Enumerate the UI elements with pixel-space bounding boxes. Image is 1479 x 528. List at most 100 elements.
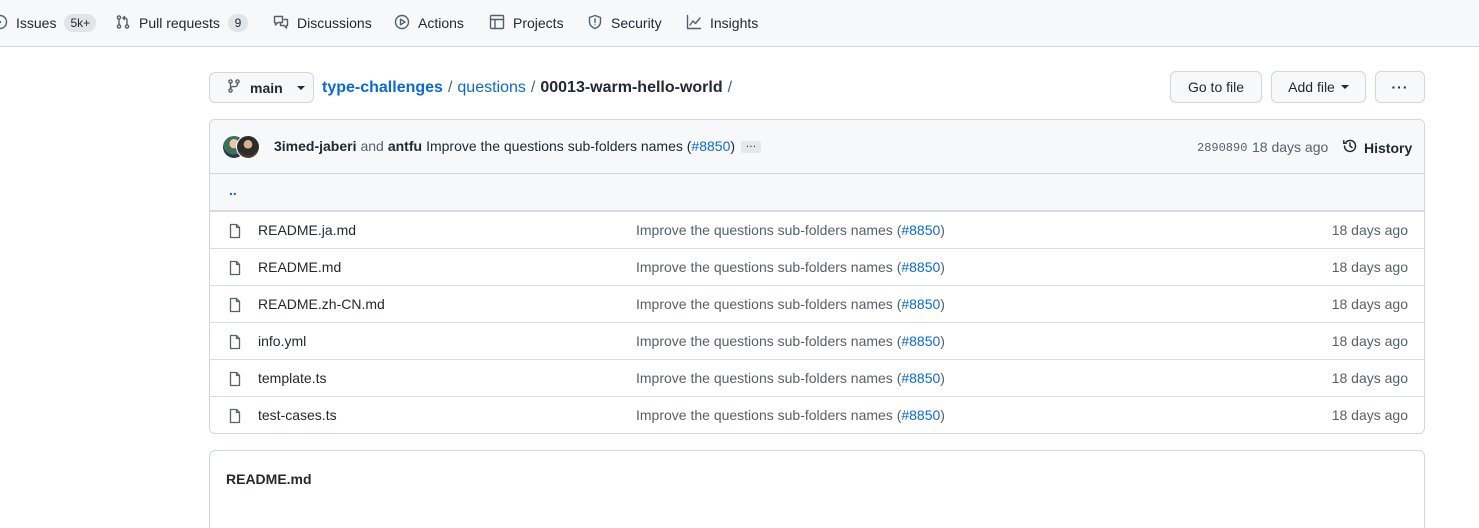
tab-discussions[interactable]: Discussions [273, 0, 372, 46]
file-icon [227, 260, 243, 276]
avatar[interactable] [236, 135, 260, 159]
file-row[interactable]: README.md Improve the questions sub-folde… [210, 248, 1424, 285]
breadcrumb-folder-link[interactable]: questions [457, 79, 526, 97]
commit-message[interactable]: Improve the questions sub-folders names … [426, 138, 735, 154]
branch-select-button[interactable]: main [209, 72, 314, 103]
file-commit-pr-link[interactable]: #8850 [901, 333, 940, 349]
file-commit-age: 18 days ago [1331, 333, 1408, 349]
git-pull-request-icon [115, 14, 131, 33]
file-icon [227, 297, 243, 313]
file-row[interactable]: info.yml Improve the questions sub-folder… [210, 322, 1424, 359]
tab-pull-requests[interactable]: Pull requests 9 [115, 0, 248, 46]
go-to-file-button[interactable]: Go to file [1170, 71, 1262, 103]
file-icon [227, 371, 243, 387]
expand-commit-button[interactable]: … [741, 139, 762, 154]
file-name-link[interactable]: test-cases.ts [258, 407, 337, 423]
breadcrumb-separator: / [727, 79, 733, 96]
latest-commit-bar: 3imed-jaberi and antfu Improve the question… [210, 120, 1424, 174]
file-commit-pr-link[interactable]: #8850 [901, 222, 940, 238]
commit-message-end: ) [730, 138, 736, 154]
history-button[interactable]: History [1342, 138, 1412, 157]
file-commit-message-text: Improve the questions sub-folders names … [636, 370, 902, 386]
table-icon [489, 14, 505, 33]
file-name-link[interactable]: info.yml [258, 333, 306, 349]
file-commit-age: 18 days ago [1331, 296, 1408, 312]
file-commit-age: 18 days ago [1331, 259, 1408, 275]
issue-opened-icon [0, 14, 8, 33]
file-name-link[interactable]: README.md [258, 259, 341, 275]
commit-avatars [222, 135, 262, 159]
file-commit-message-end: ) [940, 407, 945, 423]
branch-name: main [250, 79, 283, 96]
file-commit-message-end: ) [940, 259, 945, 275]
breadcrumb-repo-link[interactable]: type-challenges [322, 79, 443, 97]
file-icon [227, 223, 243, 239]
chevron-down-icon [1340, 85, 1349, 89]
file-commit-pr-link[interactable]: #8850 [901, 370, 940, 386]
tab-pull-requests-label: Pull requests [139, 15, 220, 31]
file-name-link[interactable]: template.ts [258, 370, 326, 386]
repo-nav: Issues 5k+ Pull requests 9 Discussions A… [0, 0, 1479, 47]
file-commit-pr-link[interactable]: #8850 [901, 407, 940, 423]
add-file-label: Add file [1288, 79, 1335, 95]
file-commit-message-end: ) [940, 222, 945, 238]
tab-security-label: Security [611, 15, 662, 31]
readme-panel: README.md [209, 450, 1425, 528]
file-commit-message[interactable]: Improve the questions sub-folders names … [636, 370, 945, 386]
file-icon [227, 334, 243, 350]
commit-author-link[interactable]: 3imed-jaberi [274, 138, 356, 154]
file-name-link[interactable]: README.zh-CN.md [258, 296, 385, 312]
file-row[interactable]: template.ts Improve the questions sub-fol… [210, 359, 1424, 396]
file-commit-message-text: Improve the questions sub-folders names … [636, 407, 902, 423]
chevron-down-icon [296, 85, 305, 90]
tab-projects[interactable]: Projects [489, 0, 564, 46]
commit-pr-link[interactable]: #8850 [691, 138, 730, 154]
tab-discussions-label: Discussions [297, 15, 372, 31]
tab-security[interactable]: Security [587, 0, 662, 46]
readme-title[interactable]: README.md [226, 471, 312, 487]
file-commit-message-end: ) [940, 333, 945, 349]
issues-counter: 5k+ [64, 14, 97, 32]
file-row[interactable]: README.zh-CN.md Improve the questions sub… [210, 285, 1424, 322]
more-options-button[interactable]: ··· [1375, 71, 1425, 103]
file-commit-message[interactable]: Improve the questions sub-folders names … [636, 259, 945, 275]
commit-author-conjunction: and [360, 138, 384, 154]
file-commit-message[interactable]: Improve the questions sub-folders names … [636, 296, 945, 312]
file-commit-message[interactable]: Improve the questions sub-folders names … [636, 407, 945, 423]
file-commit-age: 18 days ago [1331, 370, 1408, 386]
breadcrumb: type-challenges / questions / 00013-warm… [322, 76, 737, 100]
commit-author-link[interactable]: antfu [388, 138, 422, 154]
parent-directory-link[interactable]: .. [229, 182, 237, 198]
file-commit-pr-link[interactable]: #8850 [901, 259, 940, 275]
git-branch-icon [226, 78, 242, 97]
add-file-button[interactable]: Add file [1271, 71, 1366, 103]
breadcrumb-separator: / [447, 79, 453, 96]
file-icon [227, 408, 243, 424]
file-commit-message-text: Improve the questions sub-folders names … [636, 259, 902, 275]
pull-requests-counter: 9 [227, 14, 248, 32]
file-commit-message[interactable]: Improve the questions sub-folders names … [636, 333, 945, 349]
file-row[interactable]: test-cases.ts Improve the questions sub-f… [210, 396, 1424, 433]
comment-discussion-icon [273, 14, 289, 33]
commit-sha-link[interactable]: 2890890 [1197, 141, 1247, 155]
tab-insights[interactable]: Insights [686, 0, 758, 46]
file-commit-message-text: Improve the questions sub-folders names … [636, 296, 902, 312]
breadcrumb-current: 00013-warm-hello-world [540, 79, 723, 96]
file-name-link[interactable]: README.ja.md [258, 222, 356, 238]
file-commit-age: 18 days ago [1331, 407, 1408, 423]
shield-icon [587, 14, 603, 33]
file-commit-age: 18 days ago [1331, 222, 1408, 238]
file-commit-message-end: ) [940, 296, 945, 312]
file-row[interactable]: README.ja.md Improve the questions sub-fo… [210, 211, 1424, 248]
file-table: 3imed-jaberi and antfu Improve the question… [209, 119, 1425, 434]
commit-message-text: Improve the questions sub-folders names … [426, 138, 692, 154]
parent-directory-row[interactable]: .. [210, 174, 1424, 211]
tab-issues[interactable]: Issues 5k+ [0, 0, 97, 46]
tab-actions[interactable]: Actions [394, 0, 464, 46]
file-commit-pr-link[interactable]: #8850 [901, 296, 940, 312]
file-commit-message-text: Improve the questions sub-folders names … [636, 333, 902, 349]
file-commit-message[interactable]: Improve the questions sub-folders names … [636, 222, 945, 238]
tab-actions-label: Actions [418, 15, 464, 31]
history-icon [1342, 138, 1358, 157]
breadcrumb-separator: / [530, 79, 536, 96]
